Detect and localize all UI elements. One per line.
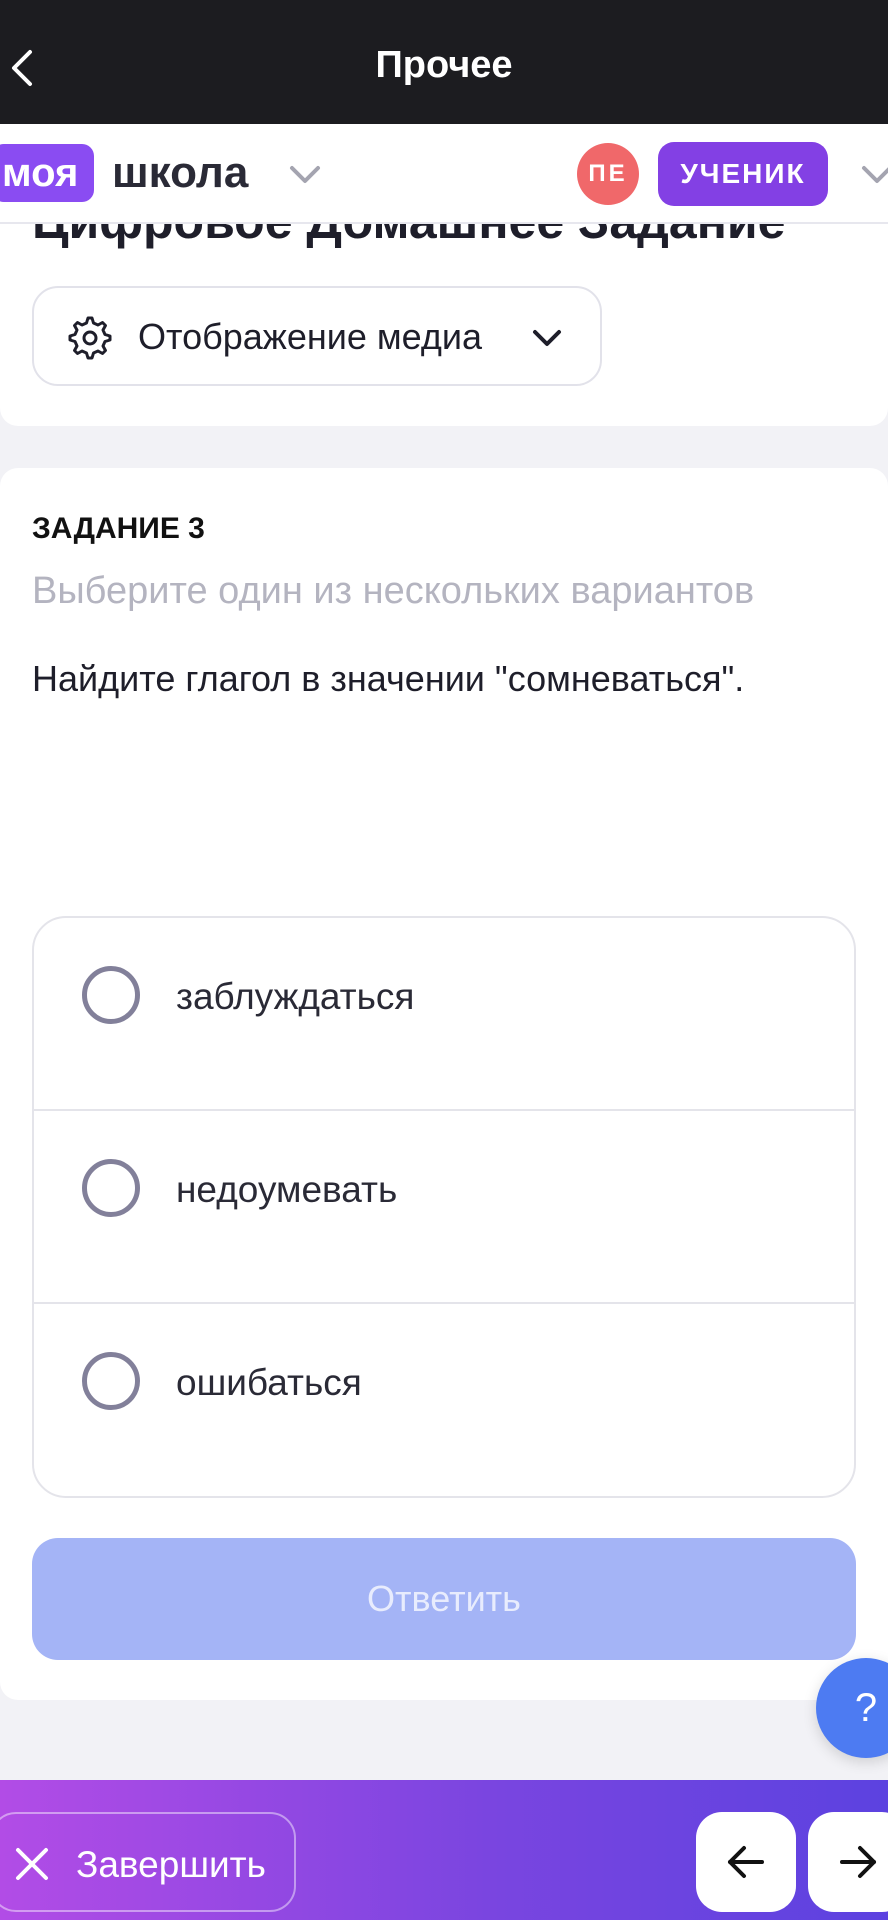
section-card: Цифровое Домашнее Задание Отображение ме… — [0, 224, 888, 426]
finish-button[interactable]: Завершить — [0, 1812, 296, 1912]
chevron-down-icon — [533, 330, 561, 346]
task-hint: Выберите один из нескольких вариантов — [32, 570, 755, 612]
avatar[interactable]: ПЕ — [577, 143, 639, 205]
task-number: ЗАДАНИЕ 3 — [32, 512, 205, 545]
answer-options: заблуждаться недоумевать ошибаться — [32, 916, 856, 1498]
logo-text: школа — [112, 148, 249, 197]
answer-option[interactable]: ошибаться — [34, 1304, 854, 1496]
gear-icon — [68, 316, 112, 360]
radio-button[interactable] — [82, 1159, 140, 1217]
next-task-button[interactable] — [808, 1812, 888, 1912]
top-navigation-bar: Прочее — [0, 0, 888, 124]
answer-option[interactable]: недоумевать — [34, 1111, 854, 1304]
arrow-right-icon — [840, 1846, 876, 1878]
logo-pill: моя — [0, 144, 95, 202]
finish-label: Завершить — [76, 1844, 266, 1885]
submit-answer-button[interactable]: Ответить — [32, 1538, 856, 1660]
screen-title: Прочее — [375, 44, 513, 86]
arrow-left-icon — [728, 1846, 764, 1878]
chevron-down-icon[interactable] — [858, 162, 888, 188]
answer-option-label: заблуждаться — [176, 976, 415, 1017]
task-question: Найдите глагол в значении "сомневаться". — [32, 658, 745, 699]
role-badge[interactable]: УЧЕНИК — [658, 142, 828, 206]
chevron-down-icon[interactable] — [286, 162, 324, 188]
app-header: моя школа ПЕ УЧЕНИК — [0, 124, 888, 224]
answer-option-label: ошибаться — [176, 1362, 362, 1403]
answer-option-label: недоумевать — [176, 1169, 398, 1210]
close-icon — [16, 1848, 48, 1880]
radio-button[interactable] — [82, 966, 140, 1024]
previous-task-button[interactable] — [696, 1812, 796, 1912]
media-display-dropdown[interactable]: Отображение медиа — [32, 286, 602, 386]
answer-option[interactable]: заблуждаться — [34, 918, 854, 1111]
section-title: Цифровое Домашнее Задание — [32, 224, 785, 250]
bottom-action-bar: Завершить — [0, 1780, 888, 1920]
media-display-label: Отображение медиа — [138, 316, 483, 357]
radio-button[interactable] — [82, 1352, 140, 1410]
task-card: ЗАДАНИЕ 3 Выберите один из нескольких ва… — [0, 468, 888, 1700]
